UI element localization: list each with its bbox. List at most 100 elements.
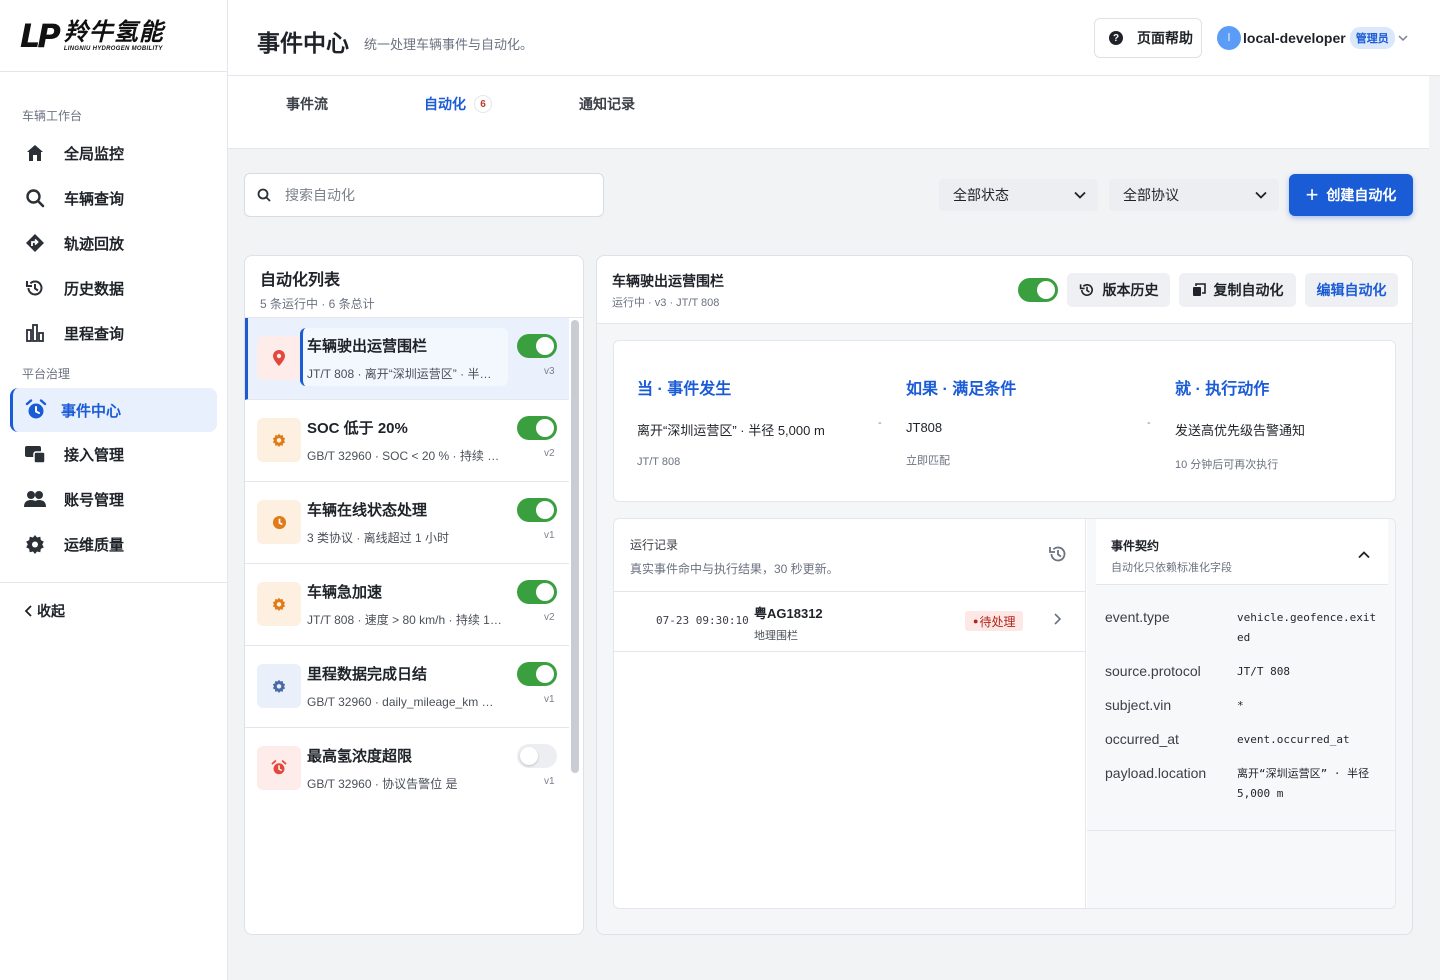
detail-title: 车辆驶出运营围栏 (612, 273, 724, 289)
sidebar-item-event-center[interactable]: 事件中心 (10, 388, 217, 432)
nav-group-platform: 平台治理 (22, 367, 71, 381)
flow-when: 当 · 事件发生 离开“深圳运营区” · 半径 5,000 m JT/T 808 (637, 381, 825, 468)
automation-toggle[interactable] (517, 498, 557, 522)
create-automation-button[interactable]: + 创建自动化 (1289, 174, 1413, 216)
history-icon (1079, 282, 1095, 298)
automation-name: 最高氢浓度超限 (307, 748, 413, 765)
contract-value: event.occurred_at (1237, 733, 1350, 746)
sidebar-item-label: 全局监控 (64, 145, 125, 163)
copy-icon (1192, 283, 1206, 297)
users-icon (24, 488, 46, 510)
brand-logo[interactable]: LP 羚牛氢能 LINGNIU HYDROGEN MOBILITY (0, 0, 227, 72)
plus-icon: + (1305, 182, 1319, 207)
automation-name: SOC 低于 20% (307, 420, 408, 437)
list-summary: 5 条运行中 · 6 条总计 (260, 297, 375, 311)
sidebar-item-access-management[interactable]: 接入管理 (10, 432, 217, 476)
list-item[interactable]: SOC 低于 20% GB/T 32960 · SOC < 20 % · 持续 … (245, 400, 569, 482)
sidebar-item-global-monitor[interactable]: 全局监控 (10, 131, 217, 175)
role-badge: 管理员 (1349, 27, 1395, 49)
sidebar-item-account-management[interactable]: 账号管理 (10, 477, 217, 521)
chevron-down-icon (1255, 191, 1267, 199)
sidebar-item-label: 事件中心 (61, 402, 122, 420)
search-icon (24, 187, 46, 209)
automation-toggle[interactable] (517, 744, 557, 768)
page-header: 事件中心 统一处理车辆事件与自动化。 ? 页面帮助 l local-develo… (228, 0, 1440, 76)
event-contract: 事件契约 自动化只依赖标准化字段 event.type vehicle.geof… (1087, 519, 1395, 908)
gear-icon (257, 418, 301, 462)
run-log-title: 运行记录 (630, 538, 679, 552)
contract-key: event.type (1105, 609, 1170, 625)
table-row[interactable]: 07-23 09:30:10 粤AG18312 地理围栏 ● 待处理 (614, 591, 1085, 652)
protocol-filter-select[interactable]: 全部协议 (1109, 179, 1279, 211)
run-vin: 粤AG18312 (754, 606, 823, 621)
automation-detail-panel: 车辆驶出运营围栏 运行中 · v3 · JT/T 808 版本历史 复制自动化 … (596, 255, 1413, 935)
sidebar-divider (0, 582, 227, 583)
version-label: v1 (544, 776, 555, 787)
contract-value: JT/T 808 (1237, 665, 1290, 678)
automation-flow-card: 当 · 事件发生 离开“深圳运营区” · 半径 5,000 m JT/T 808… (613, 340, 1396, 502)
flow-separator: - (878, 417, 882, 429)
version-label: v1 (544, 694, 555, 705)
route-icon (24, 232, 46, 254)
list-item[interactable]: 里程数据完成日结 GB/T 32960 · daily_mileage_km 已… (245, 646, 569, 728)
page-help-button[interactable]: ? 页面帮助 (1094, 18, 1202, 58)
list-item[interactable]: 车辆急加速 JT/T 808 · 速度 > 80 km/h · 持续 10 秒 … (245, 564, 569, 646)
flow-then: 就 · 执行动作 发送高优先级告警通知 10 分钟后可再次执行 (1175, 381, 1306, 471)
device-icon (24, 443, 46, 465)
search-input[interactable] (285, 187, 575, 203)
sidebar-item-mileage-query[interactable]: 里程查询 (10, 311, 217, 355)
automation-toggle[interactable] (517, 662, 557, 686)
history-icon[interactable] (1048, 544, 1068, 569)
copy-automation-button[interactable]: 复制自动化 (1179, 273, 1296, 307)
chevron-up-icon (1358, 546, 1370, 564)
user-name: local-developer (1243, 30, 1346, 46)
sidebar-item-label: 账号管理 (64, 491, 125, 509)
page-title: 事件中心 (257, 30, 349, 56)
gear-icon (257, 664, 301, 708)
automation-toggle[interactable] (517, 580, 557, 604)
automation-name: 车辆急加速 (307, 584, 383, 601)
run-time: 07-23 09:30:10 (656, 614, 749, 627)
automation-desc: GB/T 32960 · daily_mileage_km 已生成 (307, 695, 502, 709)
chevron-right-icon[interactable] (1052, 612, 1062, 631)
brand-name-en: LINGNIU HYDROGEN MOBILITY (63, 45, 163, 52)
sidebar-item-label: 轨迹回放 (64, 235, 125, 253)
tab-count-badge: 6 (474, 95, 492, 113)
avatar: l (1217, 26, 1241, 50)
chevron-left-icon (24, 605, 34, 617)
run-type: 地理围栏 (754, 630, 798, 642)
sidebar-item-label: 历史数据 (64, 280, 125, 298)
automation-toggle[interactable] (517, 334, 557, 358)
list-scrollbar[interactable] (571, 320, 579, 773)
run-log-desc: 真实事件命中与执行结果，30 秒更新。 (630, 562, 839, 576)
brand-mark: LP (20, 16, 61, 55)
contract-value: * (1237, 699, 1244, 712)
sidebar-item-label: 接入管理 (64, 446, 125, 464)
sidebar-item-history-data[interactable]: 历史数据 (10, 266, 217, 310)
history-icon (24, 277, 46, 299)
sidebar-item-ops-quality[interactable]: 运维质量 (10, 522, 217, 566)
runs-card: 运行记录 真实事件命中与执行结果，30 秒更新。 07-23 09:30:10 … (613, 518, 1396, 909)
collapse-sidebar-button[interactable]: 收起 (24, 601, 65, 621)
sidebar-item-track-playback[interactable]: 轨迹回放 (10, 221, 217, 265)
sidebar-item-vehicle-query[interactable]: 车辆查询 (10, 176, 217, 220)
location-pin-icon (257, 336, 301, 380)
tab-notification-log[interactable]: 通知记录 (579, 94, 635, 114)
tab-automation[interactable]: 自动化 6 (424, 94, 492, 114)
automation-toggle[interactable] (517, 416, 557, 440)
version-history-button[interactable]: 版本历史 (1067, 273, 1170, 307)
list-item[interactable]: 最高氢浓度超限 GB/T 32960 · 协议告警位 是 v1 (245, 728, 569, 810)
edit-automation-button[interactable]: 编辑自动化 (1305, 273, 1398, 307)
list-item[interactable]: 车辆驶出运营围栏 JT/T 808 · 离开“深圳运营区” · 半径 5,000… (245, 318, 569, 400)
event-contract-header[interactable]: 事件契约 自动化只依赖标准化字段 (1096, 519, 1388, 585)
list-item[interactable]: 车辆在线状态处理 3 类协议 · 离线超过 1 小时 v1 (245, 482, 569, 564)
automation-desc: GB/T 32960 · 协议告警位 是 (307, 777, 458, 791)
status-filter-select[interactable]: 全部状态 (939, 179, 1098, 211)
tab-event-stream[interactable]: 事件流 (286, 94, 328, 114)
gear-icon (24, 533, 46, 555)
user-menu[interactable]: l local-developer 管理员 (1217, 26, 1408, 50)
detail-enable-toggle[interactable] (1018, 278, 1058, 302)
chevron-down-icon (1398, 29, 1408, 47)
search-field[interactable] (244, 173, 604, 217)
contract-key: payload.location (1105, 765, 1207, 781)
